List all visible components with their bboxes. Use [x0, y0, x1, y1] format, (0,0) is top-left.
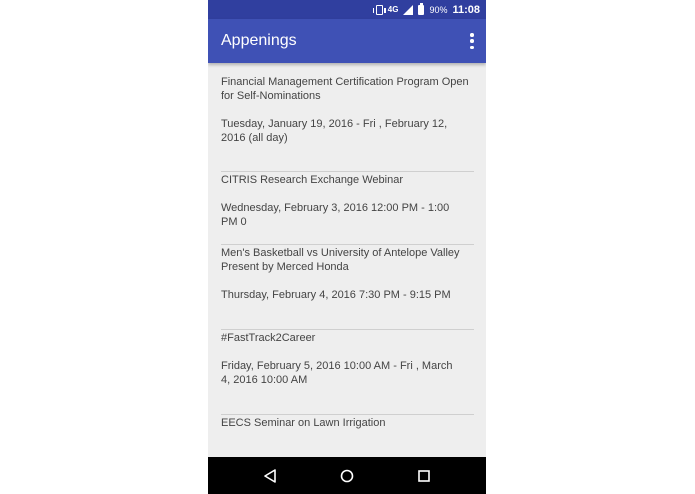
event-date: Friday, February 5, 2016 10:00 AM - Fri …: [221, 360, 453, 386]
signal-icon: [403, 4, 414, 15]
event-title: #FastTrack2Career: [221, 332, 316, 344]
event-title: Men's Basketball vs University of Antelo…: [221, 247, 460, 273]
event-title: CITRIS Research Exchange Webinar: [221, 174, 403, 186]
event-item[interactable]: CITRIS Research Exchange Webinar Wednesd…: [221, 173, 474, 229]
event-item[interactable]: Men's Basketball vs University of Antelo…: [221, 246, 474, 302]
app-bar: Appenings: [208, 19, 486, 63]
divider: [221, 244, 474, 245]
phone-screen: 4G 90% 11:08 Appenings Financial Managem…: [208, 0, 486, 494]
event-date: Wednesday, February 3, 2016 12:00 PM - 1…: [221, 202, 450, 228]
event-title: Financial Management Certification Progr…: [221, 76, 469, 102]
clock: 11:08: [452, 3, 480, 16]
event-date: Tuesday, January 19, 2016 - Fri , Februa…: [221, 118, 448, 144]
app-title: Appenings: [221, 32, 297, 49]
divider: [221, 329, 474, 330]
network-type: 4G: [387, 4, 399, 14]
home-icon[interactable]: [332, 457, 362, 494]
event-title: EECS Seminar on Lawn Irrigation: [221, 417, 386, 429]
status-bar: 4G 90% 11:08: [208, 0, 486, 19]
recent-apps-icon[interactable]: [409, 457, 439, 494]
divider: [221, 171, 474, 172]
event-list[interactable]: Financial Management Certification Progr…: [208, 63, 486, 457]
vibrate-icon: [372, 4, 386, 15]
navigation-bar: [208, 457, 486, 494]
battery-icon: [418, 2, 425, 15]
event-item[interactable]: Financial Management Certification Progr…: [221, 75, 474, 145]
battery-level: 90%: [429, 4, 448, 15]
divider: [221, 414, 474, 415]
overflow-menu-icon[interactable]: [470, 33, 474, 49]
event-item[interactable]: #FastTrack2Career Friday, February 5, 20…: [221, 331, 474, 387]
event-date: Thursday, February 4, 2016 7:30 PM - 9:1…: [221, 289, 451, 301]
event-item[interactable]: EECS Seminar on Lawn Irrigation: [221, 416, 474, 430]
back-icon[interactable]: [255, 457, 285, 494]
